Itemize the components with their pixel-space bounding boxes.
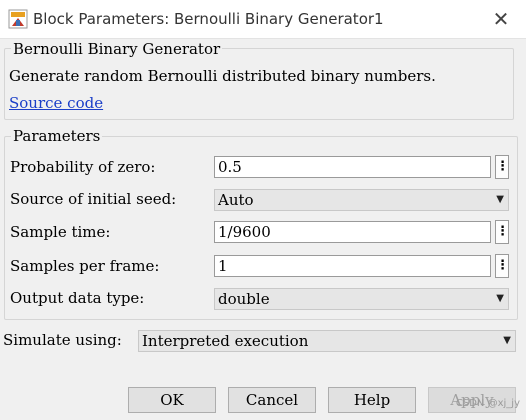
sample-time-more-icon[interactable]: ⋮ (495, 220, 509, 244)
app-icon (8, 9, 28, 29)
output-type-dropdown[interactable]: double ▼ (214, 288, 509, 310)
close-icon[interactable]: ✕ (490, 8, 512, 30)
probability-more-icon[interactable]: ⋮ (495, 155, 509, 179)
source-code-link[interactable]: Source code (9, 94, 103, 112)
cancel-button[interactable]: Cancel (228, 387, 316, 413)
sample-time-input[interactable]: 1/9600 (214, 221, 491, 243)
samples-per-frame-input[interactable]: 1 (214, 255, 491, 277)
window-title: Block Parameters: Bernoulli Binary Gener… (33, 10, 384, 28)
seed-label: Source of initial seed: (10, 190, 177, 208)
probability-input[interactable]: 0.5 (214, 156, 491, 178)
ok-button[interactable]: OK (128, 387, 216, 413)
simulate-label: Simulate using: (3, 331, 122, 349)
chevron-down-icon: ▼ (503, 335, 511, 346)
simulate-value: Interpreted execution (142, 332, 309, 350)
chevron-down-icon: ▼ (496, 293, 504, 304)
help-button[interactable]: Help (328, 387, 416, 413)
samples-per-frame-more-icon[interactable]: ⋮ (495, 254, 509, 278)
probability-label: Probability of zero: (10, 158, 156, 176)
parameters-legend: Parameters (11, 127, 103, 145)
chevron-down-icon: ▼ (496, 194, 504, 205)
simulate-dropdown[interactable]: Interpreted execution ▼ (138, 330, 516, 352)
output-type-value: double (218, 290, 270, 308)
seed-dropdown[interactable]: Auto ▼ (214, 189, 509, 211)
sample-time-label: Sample time: (10, 223, 111, 241)
watermark: CSDN @xj_jy (455, 398, 520, 409)
title-bar: Block Parameters: Bernoulli Binary Gener… (0, 0, 526, 39)
samples-per-frame-label: Samples per frame: (10, 257, 160, 275)
output-type-label: Output data type: (10, 289, 145, 307)
seed-value: Auto (218, 191, 254, 209)
block-description: Generate random Bernoulli distributed bi… (9, 67, 436, 85)
block-name: Bernoulli Binary Generator (11, 40, 223, 58)
